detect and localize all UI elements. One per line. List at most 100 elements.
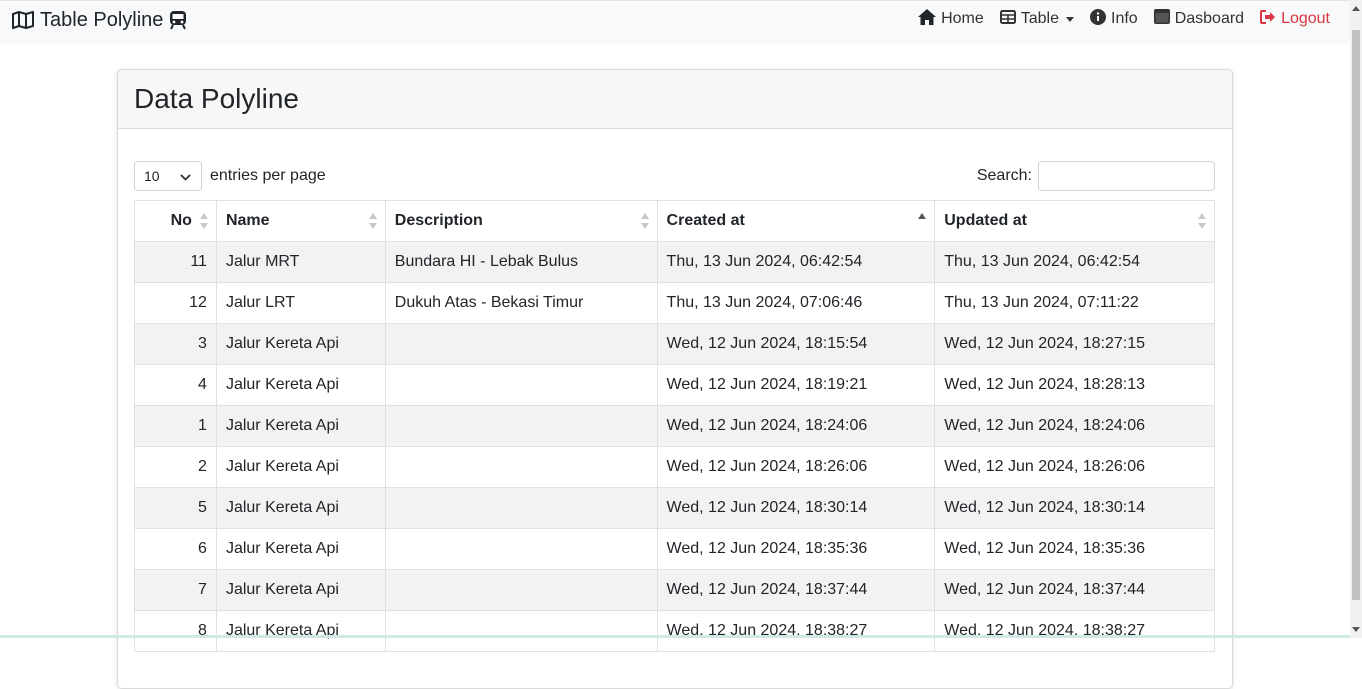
per-page-select[interactable]: 10	[134, 161, 202, 191]
cell-no: 5	[134, 487, 217, 529]
cell-description	[384, 528, 658, 570]
column-header-label: Description	[394, 212, 483, 229]
table-icon	[999, 9, 1016, 29]
column-header-no[interactable]: No	[134, 200, 217, 242]
table-row: 5 Jalur Kereta Api Wed, 12 Jun 2024, 18:…	[134, 487, 1215, 529]
nav-logout-label: Logout	[1281, 10, 1330, 27]
nav-home-label: Home	[941, 10, 984, 27]
sort-ascending-icon	[918, 213, 927, 229]
cell-no: 12	[134, 282, 217, 324]
cell-updated-at: Wed, 12 Jun 2024, 18:26:06	[934, 446, 1215, 488]
table-controls: 10 entries per page Search:	[134, 161, 1215, 193]
nav-table-dropdown[interactable]: Table	[999, 9, 1074, 29]
cell-created-at: Thu, 13 Jun 2024, 07:06:46	[656, 282, 936, 324]
cell-updated-at: Thu, 13 Jun 2024, 06:42:54	[934, 241, 1215, 283]
polyline-table: No Name Description Created at Updated a…	[134, 200, 1215, 652]
home-icon	[918, 8, 937, 30]
column-header-label: Created at	[666, 212, 745, 229]
cell-created-at: Wed, 12 Jun 2024, 18:38:27	[656, 610, 936, 652]
search-input[interactable]	[1038, 161, 1215, 191]
cell-name: Jalur Kereta Api	[215, 610, 386, 652]
scroll-down-arrow-icon[interactable]	[1352, 627, 1360, 632]
table-body: 11 Jalur MRT Bundara HI - Lebak Bulus Th…	[134, 241, 1215, 652]
table-row: 6 Jalur Kereta Api Wed, 12 Jun 2024, 18:…	[134, 528, 1215, 570]
cell-updated-at: Wed, 12 Jun 2024, 18:35:36	[934, 528, 1215, 570]
cell-no: 8	[134, 610, 217, 652]
cell-no: 2	[134, 446, 217, 488]
column-header-created-at[interactable]: Created at	[656, 200, 936, 242]
table-row: 2 Jalur Kereta Api Wed, 12 Jun 2024, 18:…	[134, 446, 1215, 488]
cell-name: Jalur MRT	[215, 241, 386, 283]
caret-down-icon	[1066, 16, 1074, 22]
nav-dashboard[interactable]: Dasboard	[1153, 9, 1244, 29]
column-header-description[interactable]: Description	[384, 200, 658, 242]
search-control: Search:	[977, 161, 1215, 191]
cell-no: 1	[134, 405, 217, 447]
table-row: 4 Jalur Kereta Api Wed, 12 Jun 2024, 18:…	[134, 364, 1215, 406]
sort-icon	[199, 213, 208, 229]
logout-icon	[1260, 9, 1276, 29]
cell-created-at: Wed, 12 Jun 2024, 18:19:21	[656, 364, 936, 406]
info-icon	[1090, 8, 1106, 30]
nav-home[interactable]: Home	[918, 8, 984, 30]
cell-name: Jalur Kereta Api	[215, 487, 386, 529]
page-title: Data Polyline	[134, 83, 299, 114]
nav-table-label: Table	[1020, 10, 1059, 27]
page-scrollbar[interactable]	[1350, 0, 1362, 638]
navbar-brand[interactable]: Table Polyline	[12, 7, 187, 33]
column-header-name[interactable]: Name	[215, 200, 386, 242]
table-row: 1 Jalur Kereta Api Wed, 12 Jun 2024, 18:…	[134, 405, 1215, 447]
sort-icon	[1198, 213, 1206, 229]
cell-created-at: Wed, 12 Jun 2024, 18:24:06	[656, 405, 936, 447]
column-header-label: No	[170, 212, 192, 229]
cell-created-at: Wed, 12 Jun 2024, 18:15:54	[656, 323, 936, 365]
cell-updated-at: Wed, 12 Jun 2024, 18:38:27	[934, 610, 1215, 652]
data-card: Data Polyline 10 entries per page Search…	[117, 69, 1233, 689]
cell-description	[384, 610, 658, 652]
cell-name: Jalur Kereta Api	[215, 364, 386, 406]
table-row: 11 Jalur MRT Bundara HI - Lebak Bulus Th…	[134, 241, 1215, 283]
window-icon	[1153, 9, 1170, 29]
cell-updated-at: Thu, 13 Jun 2024, 07:11:22	[934, 282, 1215, 324]
cell-name: Jalur Kereta Api	[215, 405, 386, 447]
cell-no: 3	[134, 323, 217, 365]
cell-no: 7	[134, 569, 217, 611]
cell-description	[384, 405, 658, 447]
table-row: 12 Jalur LRT Dukuh Atas - Bekasi Timur T…	[134, 282, 1215, 324]
sort-icon	[640, 213, 649, 229]
cell-name: Jalur Kereta Api	[215, 446, 386, 488]
per-page-value: 10	[144, 168, 160, 184]
cell-name: Jalur Kereta Api	[215, 569, 386, 611]
cell-created-at: Wed, 12 Jun 2024, 18:37:44	[656, 569, 936, 611]
map-icon	[12, 11, 34, 29]
card-header: Data Polyline	[118, 70, 1232, 129]
cell-created-at: Thu, 13 Jun 2024, 06:42:54	[656, 241, 936, 283]
nav-logout[interactable]: Logout	[1260, 9, 1330, 29]
cell-name: Jalur LRT	[215, 282, 386, 324]
cell-updated-at: Wed, 12 Jun 2024, 18:27:15	[934, 323, 1215, 365]
cell-description: Dukuh Atas - Bekasi Timur	[384, 282, 658, 324]
nav-info[interactable]: Info	[1090, 8, 1138, 30]
table-row: 8 Jalur Kereta Api Wed, 12 Jun 2024, 18:…	[134, 610, 1215, 652]
cell-updated-at: Wed, 12 Jun 2024, 18:30:14	[934, 487, 1215, 529]
cell-description	[384, 487, 658, 529]
per-page-label: entries per page	[210, 167, 326, 184]
cell-description: Bundara HI - Lebak Bulus	[384, 241, 658, 283]
cell-updated-at: Wed, 12 Jun 2024, 18:28:13	[934, 364, 1215, 406]
column-header-label: Name	[225, 212, 270, 229]
column-header-updated-at[interactable]: Updated at	[934, 200, 1215, 242]
cell-created-at: Wed, 12 Jun 2024, 18:30:14	[656, 487, 936, 529]
cell-no: 4	[134, 364, 217, 406]
cell-description	[384, 569, 658, 611]
per-page-control: 10 entries per page	[134, 161, 326, 191]
search-label: Search:	[976, 167, 1032, 184]
cell-created-at: Wed, 12 Jun 2024, 18:26:06	[656, 446, 936, 488]
navbar: Table Polyline Home Table Info Dasboard …	[0, 0, 1350, 45]
chevron-down-icon	[180, 168, 191, 184]
scrollbar-thumb[interactable]	[1352, 30, 1360, 600]
cell-updated-at: Wed, 12 Jun 2024, 18:24:06	[934, 405, 1215, 447]
sort-icon	[368, 213, 377, 229]
scroll-up-arrow-icon[interactable]	[1352, 6, 1360, 11]
cell-name: Jalur Kereta Api	[215, 323, 386, 365]
cell-no: 11	[134, 241, 217, 283]
